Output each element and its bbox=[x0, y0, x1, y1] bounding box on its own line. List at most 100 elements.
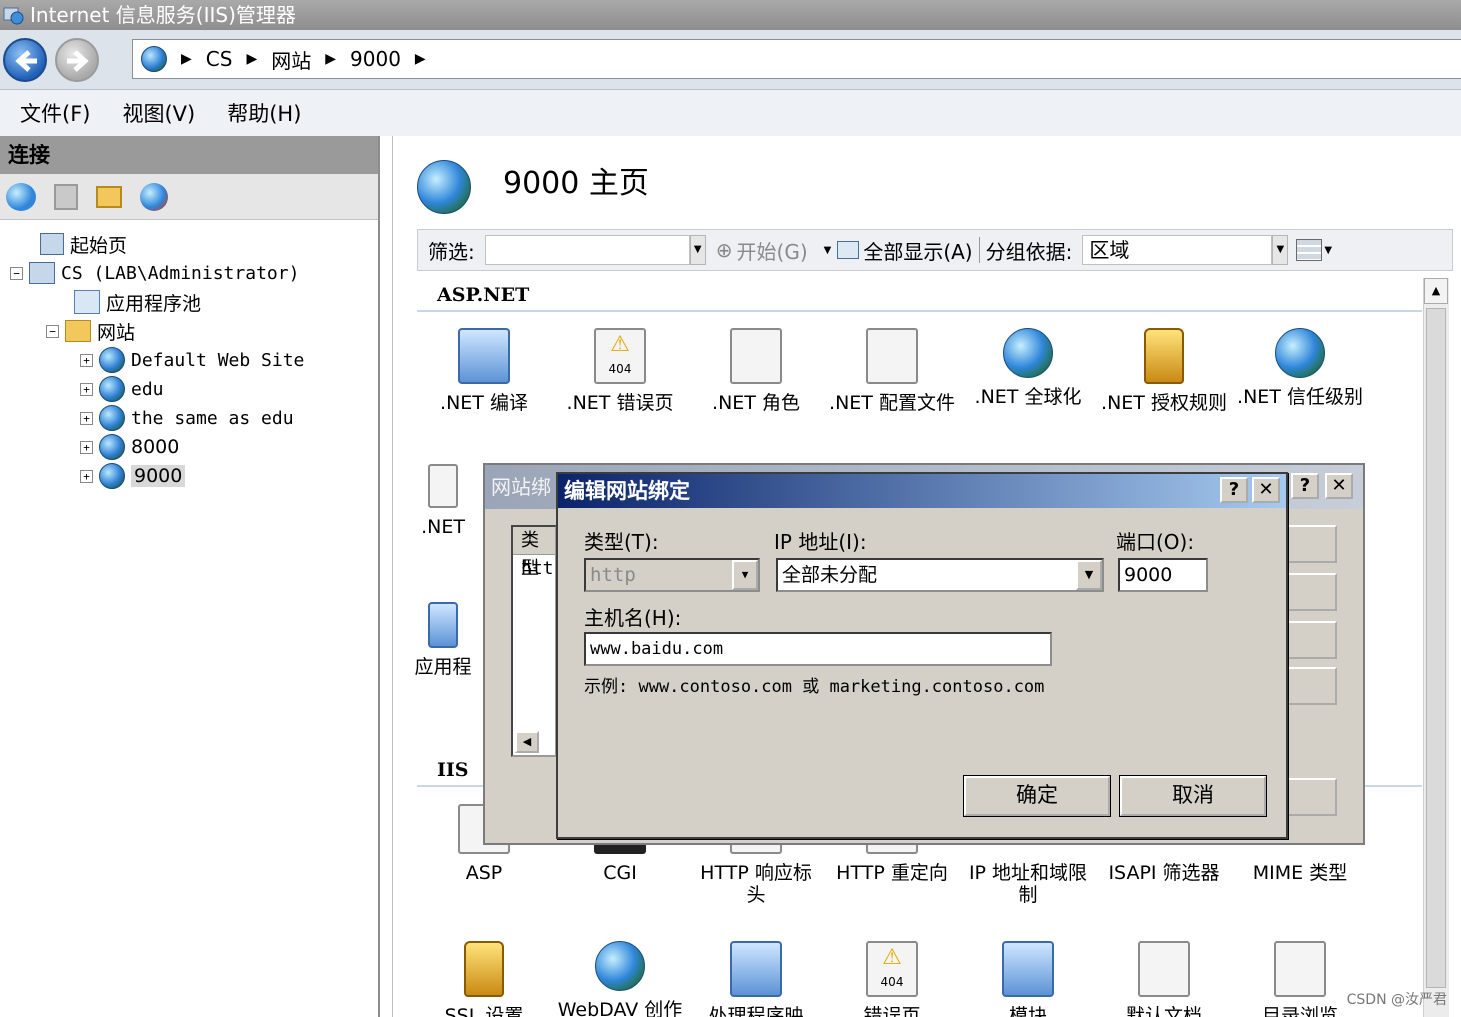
expand-icon[interactable]: + bbox=[80, 353, 93, 367]
show-all-button[interactable]: 全部显示(A) bbox=[863, 236, 972, 265]
connections-header: 连接 bbox=[0, 136, 378, 174]
feature-net-error-pages[interactable]: .NET 错误页 bbox=[555, 328, 685, 414]
menu-file[interactable]: 文件(F) bbox=[20, 98, 90, 128]
feature-error-pages[interactable]: 错误页 bbox=[827, 941, 957, 1017]
watermark: CSDN @汝严君 bbox=[1346, 992, 1447, 1008]
close-dialog-button[interactable] bbox=[1285, 778, 1337, 816]
scroll-left-arrow-icon[interactable]: ◀ bbox=[515, 731, 539, 753]
tree-item-app-pools[interactable]: 应用程序池 bbox=[74, 288, 201, 316]
feature-ssl-settings[interactable]: SSL 设置 bbox=[419, 941, 549, 1017]
features-scrollbar[interactable]: ▲ bbox=[1423, 278, 1449, 1017]
chevron-down-icon[interactable]: ▼ bbox=[824, 245, 832, 256]
save-icon[interactable] bbox=[54, 183, 78, 210]
feature-net-compilation[interactable]: .NET 编译 bbox=[419, 328, 549, 414]
browse-binding-button[interactable] bbox=[1285, 667, 1337, 705]
host-name-input[interactable]: www.baidu.com bbox=[584, 632, 1052, 666]
port-input[interactable]: 9000 bbox=[1118, 558, 1208, 592]
tree-item-site[interactable]: + the same as edu bbox=[80, 404, 294, 432]
host-name-example: 示例: www.contoso.com 或 marketing.contoso.… bbox=[584, 677, 1045, 697]
expand-icon[interactable]: + bbox=[80, 469, 93, 483]
arrow-left-icon bbox=[15, 50, 37, 72]
close-button[interactable]: ✕ bbox=[1325, 473, 1353, 499]
disconnect-icon[interactable] bbox=[140, 182, 168, 211]
list-item[interactable]: htt bbox=[513, 555, 555, 583]
tree-item-server[interactable]: − CS (LAB\Administrator) bbox=[10, 259, 299, 287]
feature-handler-mappings[interactable]: 处理程序映 bbox=[691, 941, 821, 1017]
feature-default-document[interactable]: 默认文档 bbox=[1099, 941, 1229, 1017]
folder-up-icon[interactable] bbox=[96, 185, 122, 208]
compilation-icon bbox=[458, 328, 510, 384]
cancel-button[interactable]: 取消 bbox=[1119, 775, 1267, 817]
feature-net-partial[interactable]: .NET bbox=[403, 464, 483, 538]
tree-item-site[interactable]: + Default Web Site bbox=[80, 346, 304, 374]
type-value: http bbox=[590, 564, 636, 586]
forward-button[interactable] bbox=[55, 38, 99, 82]
chevron-down-icon[interactable]: ▼ bbox=[1076, 560, 1102, 590]
chevron-down-icon[interactable]: ▼ bbox=[689, 235, 706, 265]
iis-app-icon bbox=[3, 7, 24, 25]
view-mode-icon[interactable] bbox=[1296, 239, 1323, 261]
address-bar[interactable]: ▶ CS ▶ 网站 ▶ 9000 ▶ bbox=[132, 39, 1461, 79]
ok-button[interactable]: 确定 bbox=[963, 775, 1111, 817]
tree-item-sites[interactable]: − 网站 bbox=[46, 317, 135, 345]
collapse-icon[interactable]: − bbox=[10, 266, 23, 280]
filter-toolbar: 筛选: ▼ ⊕ 开始(G) ▼ 全部显示(A) 分组依据: 区域 ▼ ▼ bbox=[417, 229, 1453, 271]
feature-label: 模块 bbox=[1008, 1005, 1047, 1017]
menu-view[interactable]: 视图(V) bbox=[122, 98, 195, 128]
filter-input[interactable] bbox=[484, 235, 690, 265]
back-button[interactable] bbox=[3, 38, 47, 82]
feature-net-trust-levels[interactable]: .NET 信任级别 bbox=[1235, 328, 1365, 408]
scroll-thumb[interactable] bbox=[1426, 308, 1446, 988]
globe-icon bbox=[99, 434, 125, 460]
feature-net-profile[interactable]: .NET 配置文件 bbox=[827, 328, 957, 414]
tree-item-site[interactable]: + 8000 bbox=[80, 433, 179, 461]
tree-item-start-page[interactable]: 起始页 bbox=[40, 230, 127, 258]
feature-webdav-authoring[interactable]: WebDAV 创作 bbox=[555, 941, 685, 1017]
remove-binding-button[interactable] bbox=[1285, 621, 1337, 659]
sites-folder-icon bbox=[65, 320, 91, 342]
feature-label: .NET 编译 bbox=[440, 392, 528, 414]
breadcrumb-site[interactable]: 9000 bbox=[350, 47, 401, 71]
tree-item-label: the same as edu bbox=[131, 407, 294, 429]
ip-address-select[interactable]: 全部未分配 ▼ bbox=[776, 558, 1104, 592]
feature-net-authorization[interactable]: .NET 授权规则 bbox=[1099, 328, 1229, 414]
list-header-type[interactable]: 类型 bbox=[513, 527, 555, 579]
feature-app-partial[interactable]: 应用程 bbox=[403, 602, 483, 678]
tree-item-label: 9000 bbox=[131, 465, 186, 487]
chevron-down-icon[interactable]: ▼ bbox=[1272, 235, 1289, 265]
scroll-up-arrow-icon[interactable]: ▲ bbox=[1424, 278, 1448, 304]
group-by-select[interactable]: 区域 bbox=[1082, 235, 1273, 265]
breadcrumb-server[interactable]: CS bbox=[206, 47, 233, 71]
expand-icon[interactable]: + bbox=[80, 440, 93, 454]
tree-item-site-selected[interactable]: + 9000 bbox=[80, 462, 186, 490]
bindings-list[interactable]: 类型 htt ◀ bbox=[511, 525, 557, 757]
collapse-icon[interactable]: − bbox=[46, 324, 59, 338]
window-titlebar: Internet 信息服务(IIS)管理器 bbox=[0, 0, 1461, 30]
page-title: 9000 主页 bbox=[503, 166, 649, 201]
feature-modules[interactable]: 模块 bbox=[963, 941, 1093, 1017]
breadcrumb-sites[interactable]: 网站 bbox=[271, 45, 311, 74]
expand-icon[interactable]: + bbox=[80, 382, 93, 396]
feature-label: ASP bbox=[465, 862, 503, 884]
feature-net-roles[interactable]: .NET 角色 bbox=[691, 328, 821, 414]
feature-label: 默认文档 bbox=[1125, 1005, 1202, 1017]
feature-directory-browsing[interactable]: 目录浏览 bbox=[1235, 941, 1365, 1017]
close-button[interactable]: ✕ bbox=[1252, 477, 1280, 503]
menu-help[interactable]: 帮助(H) bbox=[227, 98, 301, 128]
expand-icon[interactable]: + bbox=[80, 411, 93, 425]
feature-label: 应用程 bbox=[414, 656, 472, 678]
help-button[interactable]: ? bbox=[1220, 477, 1248, 503]
chevron-down-icon: ▼ bbox=[732, 560, 758, 590]
tree-item-label: 起始页 bbox=[70, 234, 128, 257]
tree-item-site[interactable]: + edu bbox=[80, 375, 164, 403]
add-binding-button[interactable] bbox=[1285, 525, 1337, 563]
tree-item-label: Default Web Site bbox=[131, 349, 305, 371]
edit-binding-button[interactable] bbox=[1285, 573, 1337, 611]
chevron-down-icon[interactable]: ▼ bbox=[1324, 245, 1332, 256]
feature-net-globalization[interactable]: .NET 全球化 bbox=[963, 328, 1093, 408]
start-filter-button[interactable]: 开始(G) bbox=[737, 236, 808, 265]
connect-icon[interactable] bbox=[6, 182, 36, 211]
feature-label: MIME 类型 bbox=[1252, 862, 1348, 884]
feature-label: CGI bbox=[603, 862, 637, 884]
help-button[interactable]: ? bbox=[1291, 473, 1319, 499]
